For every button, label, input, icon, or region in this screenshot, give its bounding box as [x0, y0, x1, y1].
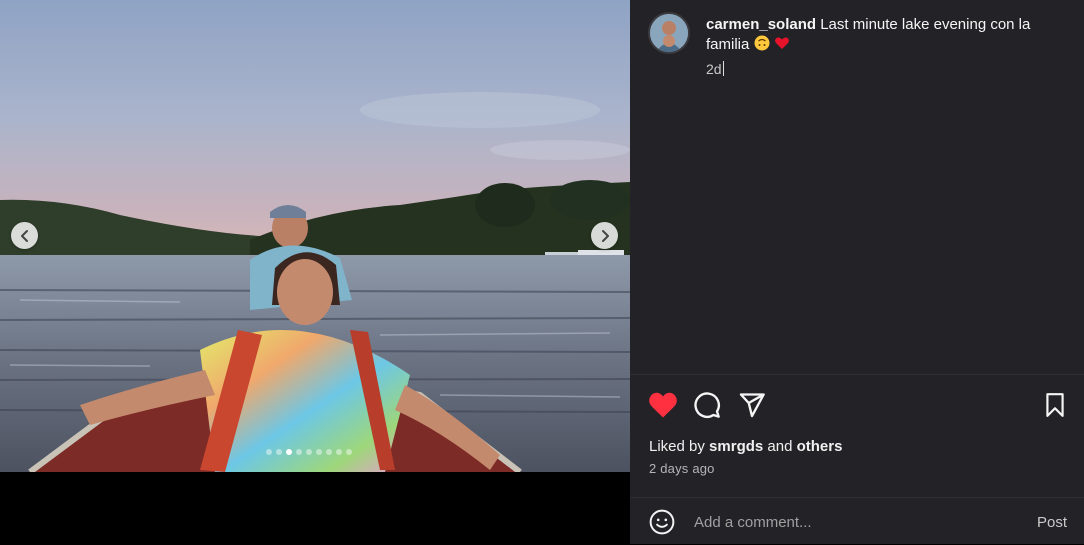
text-caret: [722, 61, 724, 76]
username-link[interactable]: carmen_soland: [706, 16, 816, 33]
comment-bubble-icon: [694, 392, 720, 418]
carousel-dot: [306, 449, 312, 455]
emoji-smile-icon: [649, 509, 675, 535]
carousel-next-button[interactable]: [591, 222, 618, 249]
relative-time-text: 2d: [706, 61, 722, 77]
post-details-panel: carmen_soland Last minute lake evening c…: [630, 0, 1084, 544]
caption-text: carmen_soland Last minute lake evening c…: [706, 15, 1062, 57]
paper-plane-icon: [739, 393, 765, 418]
carousel-dot: [316, 449, 322, 455]
carousel-dot: [346, 449, 352, 455]
liked-by-summary: Liked by smrgds and others: [649, 438, 842, 455]
post-comment-button[interactable]: Post: [1037, 514, 1067, 531]
post-photo: [0, 0, 630, 472]
carousel-dot: [326, 449, 332, 455]
post-media: [0, 0, 630, 544]
carousel-dot: [336, 449, 342, 455]
carousel-prev-button[interactable]: [11, 222, 38, 249]
comment-button[interactable]: [693, 391, 721, 424]
post-viewer: carmen_soland Last minute lake evening c…: [0, 0, 1084, 544]
carousel-indicator: [266, 449, 352, 455]
chevron-right-icon: [601, 229, 609, 242]
chevron-left-icon: [20, 229, 28, 242]
emoji-picker-button[interactable]: [649, 509, 675, 540]
liked-by-others-link[interactable]: others: [797, 438, 843, 455]
carousel-dot: [296, 449, 302, 455]
comment-input[interactable]: [694, 511, 994, 533]
liked-by-prefix: Liked by: [649, 438, 705, 455]
liked-by-joiner: and: [767, 438, 793, 455]
heart-filled-icon: [649, 392, 677, 418]
save-button[interactable]: [1042, 391, 1068, 424]
caption-section: carmen_soland Last minute lake evening c…: [630, 0, 1084, 375]
liked-by-user-link[interactable]: smrgds: [709, 438, 763, 455]
carousel-dot: [266, 449, 272, 455]
post-date[interactable]: 2 days ago: [649, 461, 715, 476]
comment-composer: Post: [630, 497, 1084, 545]
red-heart-emoji: [774, 35, 790, 57]
like-button[interactable]: [648, 391, 678, 424]
share-button[interactable]: [738, 391, 766, 424]
avatar-image: [650, 14, 688, 52]
carousel-dot: [286, 449, 292, 455]
bookmark-icon: [1046, 393, 1064, 417]
avatar[interactable]: [648, 12, 690, 54]
carousel-dot: [276, 449, 282, 455]
post-relative-time: 2d: [706, 61, 724, 77]
upside-down-face-emoji: [754, 35, 770, 57]
